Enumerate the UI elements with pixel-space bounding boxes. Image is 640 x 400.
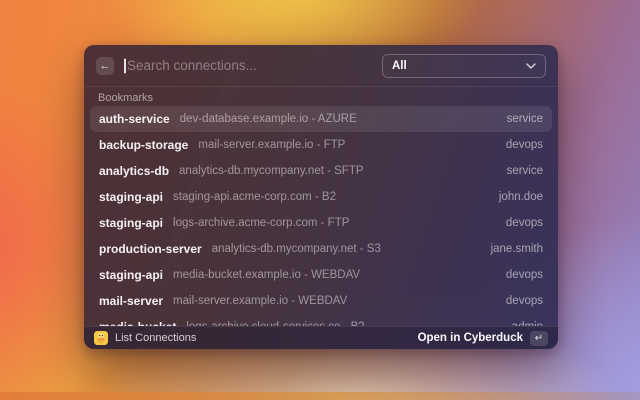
chevron-down-icon: [526, 63, 536, 69]
primary-action[interactable]: Open in Cyberduck ↵: [418, 331, 548, 346]
list-item[interactable]: staging-api staging-api.acme-corp.com - …: [90, 184, 552, 210]
connection-user: jane.smith: [491, 243, 543, 255]
connection-user: john.doe: [499, 191, 543, 203]
connection-name: mail-server: [99, 294, 163, 308]
connection-user: devops: [506, 295, 543, 307]
connection-name: staging-api: [99, 216, 163, 230]
primary-action-label: Open in Cyberduck: [418, 332, 523, 344]
connection-list: auth-service dev-database.example.io - A…: [84, 106, 558, 326]
footer-command[interactable]: List Connections: [94, 331, 196, 345]
footer-command-label: List Connections: [115, 332, 196, 344]
connection-user: admin: [512, 321, 543, 326]
connection-name: backup-storage: [99, 138, 188, 152]
connection-name: staging-api: [99, 268, 163, 282]
connection-detail: staging-api.acme-corp.com - B2: [173, 191, 336, 203]
list-item[interactable]: production-server analytics-db.mycompany…: [90, 236, 552, 262]
connection-user: devops: [506, 269, 543, 281]
list-item[interactable]: analytics-db analytics-db.mycompany.net …: [90, 158, 552, 184]
search-input-wrap: [124, 58, 372, 73]
cyberduck-duck-icon: [94, 331, 108, 345]
text-caret: [124, 58, 126, 73]
connection-name: production-server: [99, 242, 202, 256]
connection-name: analytics-db: [99, 164, 169, 178]
results-area: Bookmarks auth-service dev-database.exam…: [84, 87, 558, 326]
connection-user: devops: [506, 217, 543, 229]
section-label: Bookmarks: [98, 92, 544, 105]
launcher-window: ← All Bookmarks auth-service dev-databas…: [84, 45, 558, 349]
connection-user: devops: [506, 139, 543, 151]
search-bar: ← All: [84, 45, 558, 87]
connection-detail: logs-archive.cloud-services.co - B2: [186, 321, 364, 326]
footer-bar: List Connections Open in Cyberduck ↵: [84, 326, 558, 349]
list-item[interactable]: staging-api media-bucket.example.io - WE…: [90, 262, 552, 288]
list-item[interactable]: staging-api logs-archive.acme-corp.com -…: [90, 210, 552, 236]
search-input[interactable]: [124, 58, 372, 73]
connection-detail: media-bucket.example.io - WEBDAV: [173, 269, 360, 281]
enter-key-icon: ↵: [530, 331, 548, 346]
list-item[interactable]: media-bucket logs-archive.cloud-services…: [90, 314, 552, 326]
filter-dropdown[interactable]: All: [382, 54, 546, 78]
list-item[interactable]: backup-storage mail-server.example.io - …: [90, 132, 552, 158]
connection-detail: analytics-db.mycompany.net - S3: [212, 243, 381, 255]
connection-detail: dev-database.example.io - AZURE: [180, 113, 357, 125]
list-item[interactable]: auth-service dev-database.example.io - A…: [90, 106, 552, 132]
back-button[interactable]: ←: [96, 57, 114, 75]
connection-detail: analytics-db.mycompany.net - SFTP: [179, 165, 364, 177]
connection-name: staging-api: [99, 190, 163, 204]
connection-user: service: [507, 113, 543, 125]
connection-detail: mail-server.example.io - FTP: [198, 139, 345, 151]
connection-detail: logs-archive.acme-corp.com - FTP: [173, 217, 349, 229]
connection-name: media-bucket: [99, 320, 176, 326]
list-item[interactable]: mail-server mail-server.example.io - WEB…: [90, 288, 552, 314]
connection-user: service: [507, 165, 543, 177]
filter-selected-value: All: [392, 60, 407, 72]
connection-name: auth-service: [99, 112, 170, 126]
connection-detail: mail-server.example.io - WEBDAV: [173, 295, 347, 307]
